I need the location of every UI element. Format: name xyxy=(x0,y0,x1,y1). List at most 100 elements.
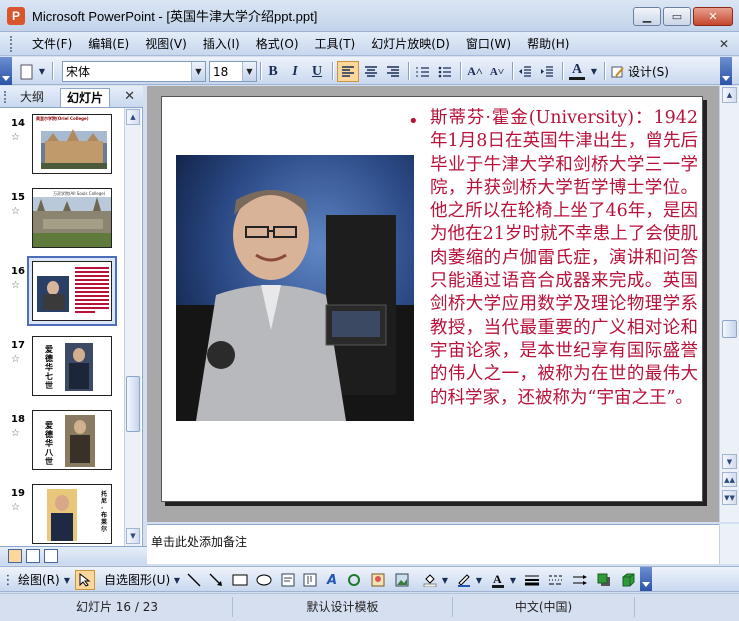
slide-sorter-view-button[interactable] xyxy=(26,549,40,563)
menu-format[interactable]: 格式(O) xyxy=(248,34,307,54)
italic-button[interactable]: I xyxy=(284,61,306,82)
dash-style-button[interactable] xyxy=(546,570,566,590)
slide-body-text[interactable]: 斯蒂芬·霍金(University)：1942年1月8日在英国牛津出生，曾先后毕… xyxy=(430,107,698,410)
close-window-button[interactable]: ✕ xyxy=(693,7,733,26)
toolbar-options-left[interactable] xyxy=(0,57,12,85)
toolbar-grip-handle[interactable]: ⋮ xyxy=(2,570,15,590)
arrow-tool-button[interactable] xyxy=(206,570,226,590)
maximize-button[interactable]: ▭ xyxy=(663,7,691,26)
font-name-combo[interactable]: 宋体 ▼ xyxy=(62,61,206,82)
arrow-style-button[interactable] xyxy=(570,570,590,590)
scroll-up-arrow[interactable]: ▲ xyxy=(722,87,737,103)
menu-help[interactable]: 帮助(H) xyxy=(519,34,577,54)
insert-picture-button[interactable] xyxy=(392,570,412,590)
stephen-hawking-photo[interactable] xyxy=(176,155,414,421)
autoshapes-menu-button[interactable]: 自选图形(U) xyxy=(104,570,170,590)
close-pane-button[interactable]: ✕ xyxy=(124,89,135,104)
pane-grip-handle[interactable] xyxy=(4,91,10,103)
toolbar-separator xyxy=(562,62,563,80)
line-color-dropdown-arrow[interactable]: ▼ xyxy=(474,570,484,590)
normal-view-button[interactable] xyxy=(8,549,22,563)
minimize-button[interactable]: ▁ xyxy=(633,7,661,26)
slideshow-view-button[interactable] xyxy=(44,549,58,563)
menu-file[interactable]: 文件(F) xyxy=(24,34,80,54)
draw-menu-dropdown-arrow[interactable]: ▼ xyxy=(62,570,72,590)
autoshapes-dropdown-arrow[interactable]: ▼ xyxy=(172,570,182,590)
scroll-up-arrow[interactable]: ▲ xyxy=(126,109,140,125)
font-name-dropdown-arrow[interactable]: ▼ xyxy=(191,62,205,81)
menu-insert[interactable]: 插入(I) xyxy=(195,34,248,54)
font-size-dropdown-arrow[interactable]: ▼ xyxy=(242,62,256,81)
slide-thumbnail-15[interactable]: 万灵学院(All Souls College) xyxy=(32,188,112,248)
increase-font-size-button[interactable]: A˄ xyxy=(464,61,486,82)
menu-grip-handle[interactable] xyxy=(10,35,14,52)
menu-window[interactable]: 窗口(W) xyxy=(458,34,519,54)
design-button[interactable]: 设计(S) xyxy=(609,61,671,82)
underline-button[interactable]: U xyxy=(306,61,328,82)
notes-scrollbar[interactable] xyxy=(719,524,739,564)
slide-thumbnail-17[interactable]: 爱德华七世 xyxy=(32,336,112,396)
decrease-font-size-button[interactable]: A˅ xyxy=(486,61,508,82)
diagram-button[interactable] xyxy=(344,570,364,590)
thumbnail-scrollbar[interactable]: ▲ ▼ xyxy=(124,108,141,546)
font-size-combo[interactable]: 18 ▼ xyxy=(209,61,257,82)
menu-tools[interactable]: 工具(T) xyxy=(307,34,364,54)
next-slide-button[interactable]: ▼▼ xyxy=(722,490,737,505)
font-color-dropdown-arrow[interactable]: ▼ xyxy=(588,61,600,82)
align-center-button[interactable] xyxy=(360,61,382,82)
font-color-draw-dropdown-arrow[interactable]: ▼ xyxy=(508,570,518,590)
tab-outline[interactable]: 大纲 xyxy=(14,88,50,107)
line-style-button[interactable] xyxy=(522,570,542,590)
close-document-button[interactable]: ✕ xyxy=(719,37,729,51)
vertical-text-box-button[interactable] xyxy=(300,570,320,590)
fill-color-dropdown-arrow[interactable]: ▼ xyxy=(440,570,450,590)
scroll-thumb[interactable] xyxy=(722,320,737,338)
new-slide-icon[interactable] xyxy=(16,61,38,82)
align-left-button[interactable] xyxy=(337,61,359,82)
line-tool-button[interactable] xyxy=(184,570,204,590)
select-objects-button[interactable] xyxy=(75,570,95,590)
slide-thumbnail-19[interactable]: 托尼·布莱尔 xyxy=(32,484,112,544)
slide-thumbnail-16[interactable] xyxy=(32,261,112,321)
shadow-style-button[interactable] xyxy=(594,570,614,590)
line-color-button[interactable] xyxy=(454,570,474,590)
college-photo-thumbnail xyxy=(41,129,107,169)
toolbar-separator xyxy=(512,62,513,80)
rectangle-tool-button[interactable] xyxy=(230,570,250,590)
slide-thumbnail-18[interactable]: 爱德华八世 xyxy=(32,410,112,470)
slide-scrollbar[interactable]: ▲ ▼ ▲▲ ▼▼ xyxy=(719,86,739,522)
draw-menu-button[interactable]: 绘图(R) xyxy=(18,570,60,590)
new-dropdown-arrow[interactable]: ▼ xyxy=(36,61,48,82)
cursor-arrow-icon xyxy=(79,573,91,587)
align-right-button[interactable] xyxy=(382,61,404,82)
oval-tool-button[interactable] xyxy=(254,570,274,590)
decrease-indent-button[interactable] xyxy=(514,61,536,82)
drawing-toolbar-options[interactable] xyxy=(640,567,652,591)
menu-slideshow[interactable]: 幻灯片放映(D) xyxy=(363,34,458,54)
wordart-icon[interactable]: A xyxy=(322,570,342,590)
window-title: Microsoft PowerPoint - [英国牛津大学介绍ppt.ppt] xyxy=(32,9,318,24)
3d-style-button[interactable] xyxy=(618,570,638,590)
slide-number: 16 xyxy=(11,266,25,277)
bold-button[interactable]: B xyxy=(262,61,284,82)
powerpoint-app-icon[interactable]: P xyxy=(7,6,25,25)
menu-view[interactable]: 视图(V) xyxy=(137,34,195,54)
slide-thumbnail-14[interactable]: 奥里尔学院(Oriel College) xyxy=(32,114,112,174)
previous-slide-button[interactable]: ▲▲ xyxy=(722,472,737,487)
scroll-down-arrow[interactable]: ▼ xyxy=(126,528,140,544)
tab-slides[interactable]: 幻灯片 xyxy=(60,88,111,107)
decrease-indent-icon xyxy=(519,65,531,77)
numbering-button[interactable] xyxy=(412,61,434,82)
fill-color-button[interactable] xyxy=(420,570,440,590)
scroll-down-arrow[interactable]: ▼ xyxy=(722,454,737,469)
font-color-button[interactable]: A xyxy=(566,61,588,82)
scroll-thumb[interactable] xyxy=(126,376,140,432)
increase-indent-button[interactable] xyxy=(536,61,558,82)
clip-art-button[interactable] xyxy=(368,570,388,590)
font-color-draw-button[interactable]: A xyxy=(488,570,508,590)
toolbar-options-right[interactable] xyxy=(720,57,732,85)
text-box-button[interactable] xyxy=(278,570,298,590)
menu-edit[interactable]: 编辑(E) xyxy=(80,34,137,54)
bullets-button[interactable] xyxy=(434,61,456,82)
notes-pane[interactable]: 单击此处添加备注 xyxy=(147,524,719,564)
